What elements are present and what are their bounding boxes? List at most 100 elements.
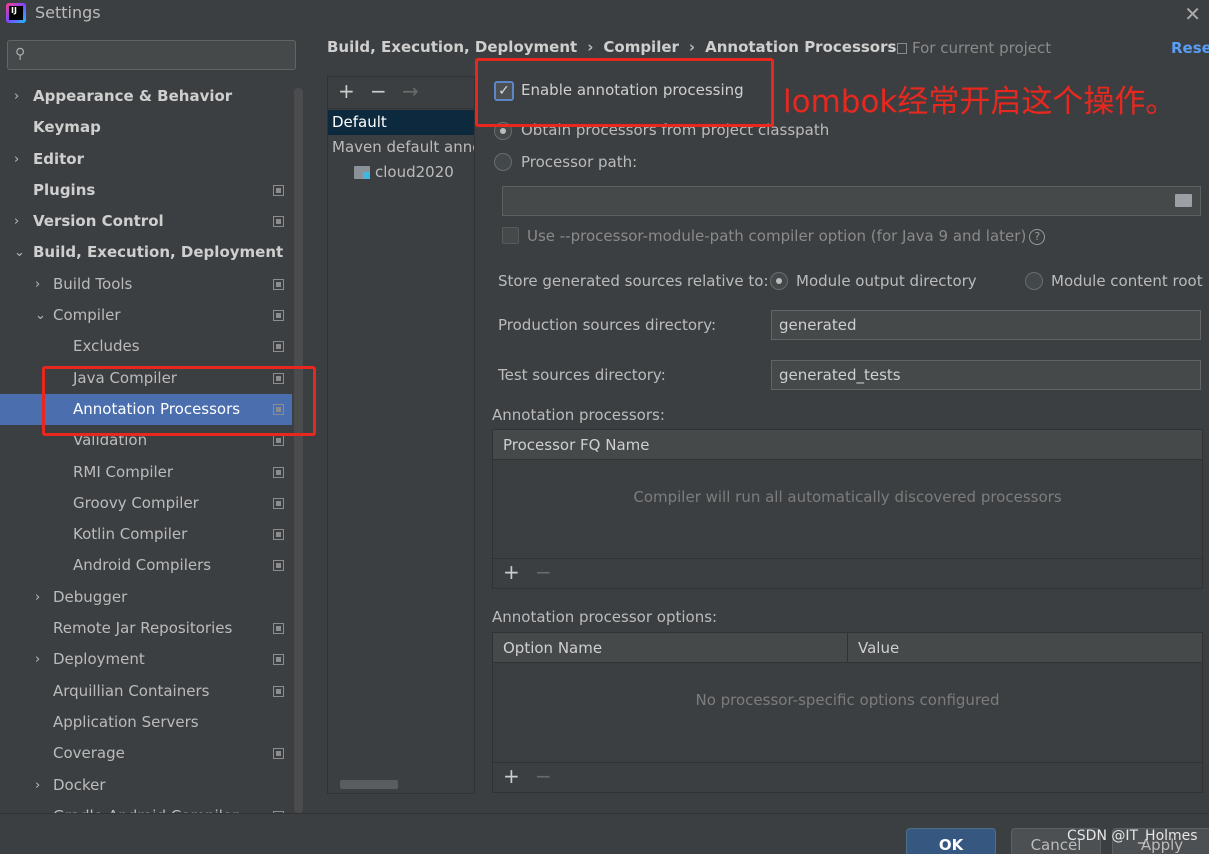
sidebar-item-label: Version Control (33, 212, 164, 231)
processors-empty-text: Compiler will run all automatically disc… (633, 488, 1062, 506)
intellij-logo-icon: IJ (6, 3, 26, 23)
profiles-scrollbar[interactable] (340, 780, 398, 789)
sidebar-item-plugins[interactable]: Plugins (0, 175, 292, 206)
module-content-root-label[interactable]: Module content root (1051, 272, 1203, 290)
obtain-from-classpath-label[interactable]: Obtain processors from project classpath (521, 121, 829, 139)
enable-annotation-processing-label[interactable]: Enable annotation processing (521, 81, 744, 99)
module-output-directory-label[interactable]: Module output directory (796, 272, 977, 290)
add-option-button[interactable]: + (503, 764, 520, 788)
option-name-column[interactable]: Option Name (493, 633, 602, 663)
sidebar-item-build-tools[interactable]: › Build Tools (0, 269, 292, 300)
project-scope-icon (273, 278, 284, 290)
sidebar-item-label: Docker (53, 775, 106, 794)
sidebar-item-application-servers[interactable]: Application Servers (0, 707, 292, 738)
remove-profile-button[interactable]: − (370, 79, 387, 103)
chevron-down-icon[interactable]: ⌄ (35, 300, 46, 331)
sidebar-item-coverage[interactable]: Coverage (0, 738, 292, 769)
project-scope-icon (273, 748, 284, 760)
browse-folder-icon[interactable] (1175, 194, 1192, 207)
processor-path-field[interactable] (502, 186, 1201, 216)
processor-path-label[interactable]: Processor path: (521, 153, 637, 171)
module-output-directory-radio[interactable] (770, 272, 788, 290)
sidebar-item-editor[interactable]: › Editor (0, 144, 292, 175)
processor-fq-name-column[interactable]: Processor FQ Name (493, 430, 649, 460)
project-scope-icon (273, 310, 284, 322)
sidebar-item-label: Validation (73, 431, 148, 450)
options-empty-text: No processor-specific options configured (695, 691, 1000, 709)
production-sources-input[interactable] (771, 310, 1201, 340)
options-toolbar: + − (493, 762, 1202, 792)
sidebar-item-remote-jar-repositories[interactable]: Remote Jar Repositories (0, 613, 292, 644)
sidebar-item-validation[interactable]: Validation (0, 425, 292, 456)
settings-tree: › Appearance & Behavior Keymap › Editor … (0, 81, 292, 813)
project-scope-icon (273, 184, 284, 196)
profile-item-maven-default[interactable]: Maven default annotation processors prof… (328, 135, 474, 160)
close-icon[interactable]: ✕ (1184, 2, 1201, 26)
value-column[interactable]: Value (848, 633, 899, 663)
search-box[interactable]: ⚲ (7, 40, 296, 70)
breadcrumb-item: Build, Execution, Deployment (327, 38, 578, 56)
sidebar-item-deployment[interactable]: › Deployment (0, 644, 292, 675)
sidebar-item-build-execution-deployment[interactable]: ⌄ Build, Execution, Deployment (0, 237, 292, 268)
processor-path-radio[interactable] (494, 153, 512, 171)
remove-option-button[interactable]: − (535, 764, 552, 788)
chevron-right-icon[interactable]: › (35, 582, 40, 613)
add-processor-button[interactable]: + (503, 560, 520, 584)
sidebar-item-compiler[interactable]: ⌄ Compiler (0, 300, 292, 331)
sidebar-item-excludes[interactable]: Excludes (0, 331, 292, 362)
move-module-button[interactable]: → (402, 79, 419, 103)
enable-annotation-processing-checkbox[interactable]: ✓ (494, 81, 514, 101)
search-input[interactable] (38, 44, 288, 66)
sidebar-scrollbar[interactable] (294, 88, 303, 813)
chevron-right-icon[interactable]: › (14, 144, 19, 175)
remove-processor-button[interactable]: − (535, 560, 552, 584)
chevron-right-icon[interactable]: › (35, 269, 40, 300)
sidebar-item-gradle-android-compiler[interactable]: Gradle-Android Compiler (0, 801, 292, 813)
project-scope-icon (273, 466, 284, 478)
test-sources-input[interactable] (771, 360, 1201, 390)
breadcrumb-item: Compiler (603, 38, 679, 56)
sidebar-item-label: Kotlin Compiler (73, 525, 188, 544)
sidebar-item-rmi-compiler[interactable]: RMI Compiler (0, 457, 292, 488)
project-scope-icon (273, 685, 284, 697)
module-folder-icon (354, 166, 370, 179)
chevron-right-icon[interactable]: › (14, 81, 19, 112)
sidebar-item-version-control[interactable]: › Version Control (0, 206, 292, 237)
title-bar: IJ Settings ✕ (0, 0, 1209, 26)
sidebar-item-kotlin-compiler[interactable]: Kotlin Compiler (0, 519, 292, 550)
sidebar-item-groovy-compiler[interactable]: Groovy Compiler (0, 488, 292, 519)
chevron-right-icon[interactable]: › (14, 206, 19, 237)
ok-button[interactable]: OK (906, 828, 996, 854)
sidebar-item-label: Appearance & Behavior (33, 87, 233, 105)
processors-table-header: Processor FQ Name (493, 430, 1202, 460)
processors-table: Processor FQ Name Compiler will run all … (492, 429, 1203, 589)
reset-link[interactable]: Reset (1171, 39, 1209, 57)
sidebar-item-annotation-processors[interactable]: Annotation Processors (0, 393, 292, 426)
sidebar-item-label: Android Compilers (73, 556, 212, 575)
profile-item-default[interactable]: Default (328, 110, 474, 135)
sidebar-item-label: Application Servers (53, 712, 199, 731)
add-profile-button[interactable]: + (338, 79, 355, 103)
sidebar-item-arquillian-containers[interactable]: Arquillian Containers (0, 676, 292, 707)
logo-text: IJ (9, 6, 23, 20)
sidebar-item-label: Groovy Compiler (73, 493, 199, 512)
sidebar-item-debugger[interactable]: › Debugger (0, 582, 292, 613)
sidebar-item-label: Compiler (53, 306, 121, 325)
project-scope-icon (273, 403, 284, 415)
annotation-note: lombok经常开启这个操作。 (783, 84, 1177, 120)
sidebar-item-appearance[interactable]: › Appearance & Behavior (0, 81, 292, 112)
sidebar-item-android-compilers[interactable]: Android Compilers (0, 550, 292, 581)
chevron-down-icon[interactable]: ⌄ (14, 237, 25, 268)
obtain-from-classpath-radio[interactable] (494, 122, 512, 140)
sidebar-item-java-compiler[interactable]: Java Compiler (0, 363, 292, 394)
module-path-checkbox[interactable] (502, 227, 519, 244)
module-content-root-radio[interactable] (1025, 272, 1043, 290)
profiles-toolbar: + − → (328, 77, 474, 109)
chevron-right-icon[interactable]: › (35, 644, 40, 675)
sidebar-item-keymap[interactable]: Keymap (0, 112, 292, 143)
module-item-cloud2020[interactable]: cloud2020 (328, 160, 474, 185)
sidebar-item-docker[interactable]: › Docker (0, 770, 292, 801)
help-icon[interactable]: ? (1029, 229, 1046, 245)
sidebar-item-label: Editor (33, 149, 84, 168)
chevron-right-icon[interactable]: › (35, 770, 40, 801)
